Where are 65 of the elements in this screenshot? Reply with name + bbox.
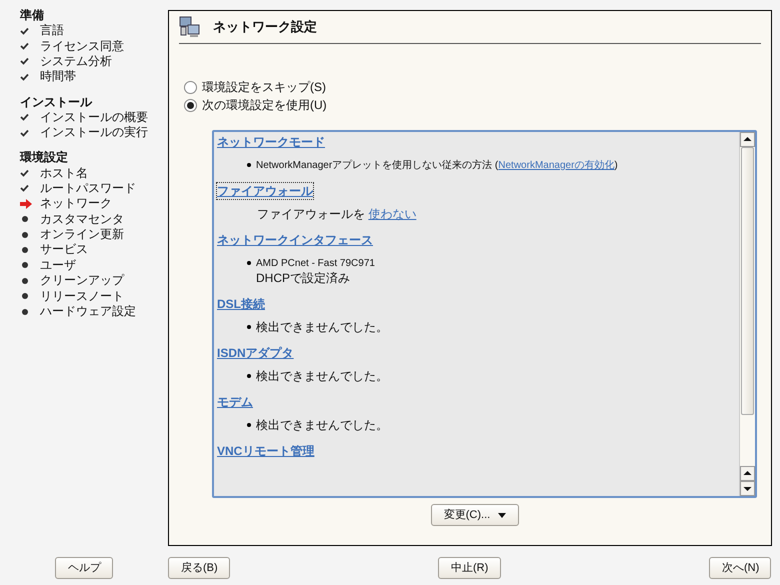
back-button[interactable]: 戻る(B) xyxy=(168,557,230,579)
section-link[interactable]: ファイアウォール xyxy=(217,183,313,199)
bullet-icon xyxy=(22,293,28,300)
step-label: クリーンアップ xyxy=(40,273,124,288)
item-text: ファイアウォールを 使わない xyxy=(257,207,416,222)
bullet-icon xyxy=(22,308,28,315)
section-link[interactable]: DSL接続 xyxy=(217,296,265,312)
bullet-icon xyxy=(247,261,251,265)
step-label: リリースノート xyxy=(40,288,124,304)
step-label: ユーザ xyxy=(40,258,76,273)
radio-label: 次の環境設定を使用(U) xyxy=(202,97,327,114)
step-label: カスタマセンタ xyxy=(40,212,124,227)
bullet-icon xyxy=(22,216,28,222)
next-button[interactable]: 次へ(N) xyxy=(709,557,771,579)
inline-link[interactable]: 使わない xyxy=(368,207,416,221)
section-link[interactable]: モデム xyxy=(217,394,253,410)
item-text: NetworkManagerアプレットを使用しない従来の方法 (NetworkManagerの有効化) xyxy=(256,158,618,173)
abort-button[interactable]: 中止(R) xyxy=(438,557,501,579)
group-heading: 準備 xyxy=(20,8,45,23)
section-link[interactable]: VNCリモート管理 xyxy=(217,443,314,459)
item-text: 検出できませんでした。 xyxy=(256,369,388,384)
radio-button[interactable] xyxy=(184,98,197,112)
bullet-icon xyxy=(247,423,251,427)
step-label: ルートパスワード xyxy=(40,180,136,196)
step-label: ホスト名 xyxy=(40,166,88,181)
scrollbar[interactable] xyxy=(739,132,755,496)
scroll-up-icon[interactable] xyxy=(740,466,755,481)
group-heading: 環境設定 xyxy=(20,150,69,166)
item-text: AMD PCnet - Fast 79C971 xyxy=(256,257,375,271)
step-label: 時間帯 xyxy=(40,69,76,84)
bullet-icon xyxy=(22,278,28,284)
bullet-icon xyxy=(247,163,251,167)
arrow-icon xyxy=(20,198,32,209)
item-text: 検出できませんでした。 xyxy=(256,320,388,335)
radio-button[interactable] xyxy=(184,80,197,94)
bullet-icon xyxy=(247,374,251,378)
help-button[interactable]: ヘルプ xyxy=(55,557,113,579)
step-label: サービス xyxy=(40,242,88,258)
step-label: システム分析 xyxy=(40,54,112,69)
step-label: ネットワーク xyxy=(40,196,112,212)
change-button[interactable]: 変更(C)... xyxy=(430,504,520,526)
caret-icon xyxy=(498,512,506,518)
group-heading: インストール xyxy=(20,94,94,110)
bullet-icon xyxy=(247,325,251,329)
bullet-icon xyxy=(22,262,28,268)
bullet-icon xyxy=(22,232,28,238)
inline-link[interactable]: NetworkManagerの有効化 xyxy=(498,160,614,171)
network-computers-icon xyxy=(179,16,201,38)
item-text: 検出できませんでした。 xyxy=(256,418,388,433)
step-label: オンライン更新 xyxy=(40,227,124,242)
step-label: インストールの実行 xyxy=(40,125,148,140)
item-text: DHCPで設定済み xyxy=(256,271,352,286)
step-label: インストールの概要 xyxy=(40,110,148,125)
section-link[interactable]: ネットワークインタフェース xyxy=(217,232,373,248)
radio-label: 環境設定をスキップ(S) xyxy=(202,79,326,96)
step-label: ハードウェア設定 xyxy=(40,304,136,320)
step-label: ライセンス同意 xyxy=(40,38,124,54)
scroll-thumb[interactable] xyxy=(741,147,754,415)
step-label: 言語 xyxy=(40,23,64,38)
section-link[interactable]: ISDNアダプタ xyxy=(217,345,294,361)
scroll-up-icon[interactable] xyxy=(740,132,755,147)
scroll-down-icon[interactable] xyxy=(740,481,755,496)
panel-title: ネットワーク設定 xyxy=(213,18,317,36)
section-link[interactable]: ネットワークモード xyxy=(217,134,325,150)
bullet-icon xyxy=(22,246,28,253)
